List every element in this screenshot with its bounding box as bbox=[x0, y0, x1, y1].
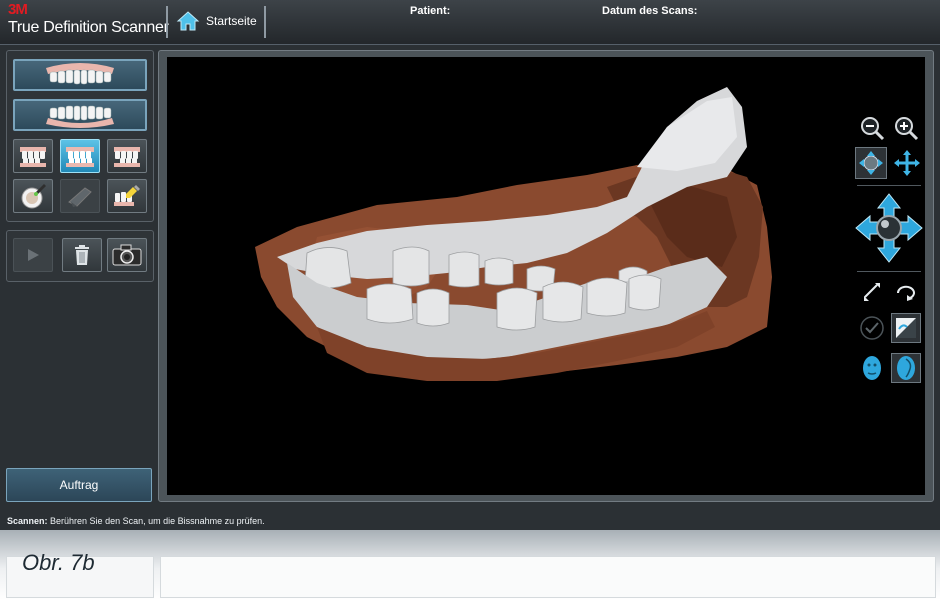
checkmark-icon bbox=[860, 316, 884, 340]
header-divider bbox=[166, 6, 168, 38]
view-tools-panel bbox=[853, 113, 925, 383]
scan-actions-panel bbox=[6, 230, 154, 282]
status-prefix: Scannen: bbox=[7, 516, 48, 526]
patient-label: Patient: bbox=[410, 5, 451, 17]
delete-button[interactable] bbox=[62, 238, 102, 272]
pan-arrows-icon bbox=[894, 150, 920, 176]
direction-pad[interactable] bbox=[853, 191, 925, 265]
scanner-wand-icon bbox=[68, 187, 92, 207]
camera-icon bbox=[112, 244, 142, 266]
tooth bbox=[366, 283, 414, 324]
status-message: Berühren Sie den Scan, um die Bissnahme … bbox=[50, 516, 265, 526]
profile-view-button[interactable] bbox=[891, 353, 921, 383]
powder-brush-icon bbox=[21, 184, 46, 209]
bite-front-button[interactable] bbox=[60, 139, 100, 173]
order-button[interactable]: Auftrag bbox=[6, 468, 152, 502]
figure-caption: Obr. 7b bbox=[22, 550, 95, 575]
app-brand: 3M True Definition Scanner bbox=[8, 1, 169, 39]
rotate-reset-button[interactable] bbox=[857, 277, 887, 307]
zoom-in-icon bbox=[895, 117, 919, 141]
bite-left-icon bbox=[20, 147, 46, 167]
screen-reflection bbox=[0, 530, 940, 600]
tooth bbox=[392, 246, 430, 287]
confirm-button[interactable] bbox=[857, 313, 887, 343]
header-divider bbox=[264, 6, 266, 38]
brand-logo: 3M bbox=[8, 1, 28, 18]
orbit-mode-button[interactable] bbox=[855, 147, 887, 179]
title-bar: 3M True Definition Scanner Startseite Pa… bbox=[0, 0, 940, 45]
lower-jaw-icon bbox=[46, 105, 114, 128]
tool-divider bbox=[857, 185, 921, 186]
bite-front-icon bbox=[66, 147, 94, 167]
home-button[interactable]: Startseite bbox=[176, 6, 264, 36]
scan-viewport[interactable] bbox=[167, 57, 925, 495]
scan-viewport-frame bbox=[158, 50, 934, 502]
upper-jaw-icon bbox=[46, 63, 114, 85]
face-icon bbox=[863, 356, 881, 380]
tooth bbox=[484, 257, 514, 286]
zoom-out-button[interactable] bbox=[857, 113, 887, 143]
texture-icon bbox=[896, 318, 916, 338]
tooth bbox=[542, 281, 584, 323]
play-icon bbox=[28, 249, 39, 261]
texture-toggle-button[interactable] bbox=[891, 313, 921, 343]
rotate-icon bbox=[896, 285, 915, 301]
pan-mode-button[interactable] bbox=[891, 147, 923, 179]
lower-jaw-button[interactable] bbox=[13, 99, 147, 131]
tooth-edit-icon bbox=[114, 185, 140, 206]
orbit-icon bbox=[859, 151, 883, 175]
scan-mode-panel bbox=[6, 50, 154, 222]
tool-divider bbox=[857, 271, 921, 272]
rotate-button[interactable] bbox=[891, 277, 921, 307]
direction-pad-icon bbox=[855, 193, 923, 263]
scan-date-label: Datum des Scans: bbox=[602, 5, 698, 17]
tooth bbox=[496, 287, 538, 331]
reflection-viewport bbox=[160, 556, 936, 598]
scanner-wand-button[interactable] bbox=[60, 179, 100, 213]
snapshot-button[interactable] bbox=[107, 238, 147, 272]
status-bar: Scannen: Berühren Sie den Scan, um die B… bbox=[7, 516, 265, 526]
rotate-arrows-icon bbox=[864, 283, 880, 301]
bite-right-icon bbox=[114, 147, 140, 167]
tooth bbox=[448, 251, 480, 288]
face-view-button[interactable] bbox=[857, 353, 887, 383]
home-icon bbox=[176, 11, 200, 31]
tooth bbox=[586, 277, 628, 317]
bite-left-button[interactable] bbox=[13, 139, 53, 173]
bite-right-button[interactable] bbox=[107, 139, 147, 173]
tooth bbox=[628, 274, 662, 311]
play-button[interactable] bbox=[13, 238, 53, 272]
zoom-out-icon bbox=[861, 117, 885, 141]
powder-tool-button[interactable] bbox=[13, 179, 53, 213]
tooth-edit-button[interactable] bbox=[107, 179, 147, 213]
upper-jaw-button[interactable] bbox=[13, 59, 147, 91]
tooth bbox=[416, 288, 450, 327]
zoom-in-button[interactable] bbox=[891, 113, 921, 143]
app-title: True Definition Scanner bbox=[8, 19, 169, 36]
profile-icon bbox=[897, 356, 915, 380]
home-label: Startseite bbox=[206, 14, 257, 28]
trash-icon bbox=[75, 245, 89, 265]
dental-3d-scan[interactable] bbox=[167, 57, 847, 495]
